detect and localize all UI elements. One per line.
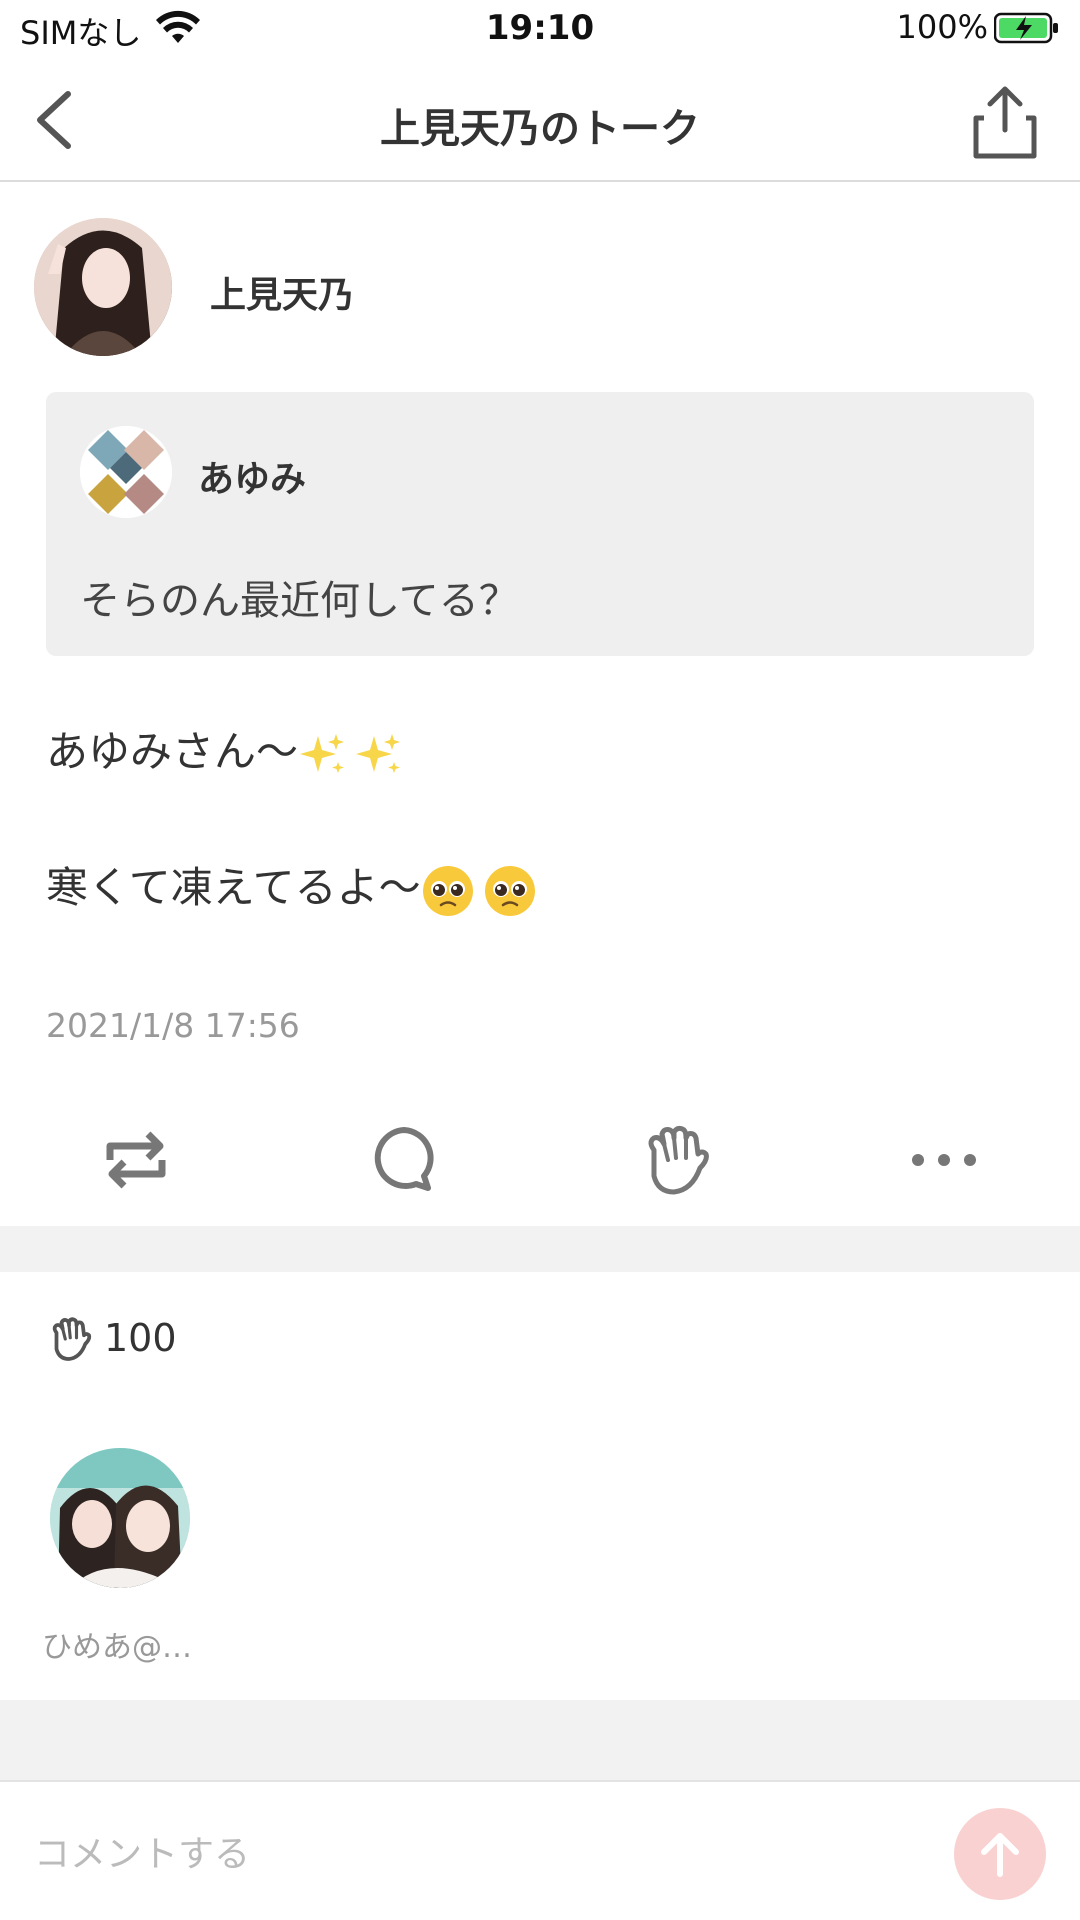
more-button[interactable] xyxy=(904,1120,984,1200)
author-avatar[interactable] xyxy=(34,218,172,356)
reactor-avatar[interactable] xyxy=(50,1448,190,1588)
section-divider xyxy=(0,1700,1080,1780)
comment-input[interactable] xyxy=(34,1824,894,1884)
arrow-up-icon xyxy=(981,1833,1019,1877)
repost-button[interactable] xyxy=(96,1120,176,1200)
quote-text: そらのん最近何してる？ xyxy=(80,578,519,624)
clap-icon xyxy=(52,1317,92,1361)
comment-button[interactable] xyxy=(364,1120,444,1200)
clap-icon xyxy=(648,1125,709,1195)
battery-percent: 100% xyxy=(896,8,988,46)
share-icon[interactable] xyxy=(970,84,1040,160)
clap-button[interactable] xyxy=(634,1120,714,1200)
reactor-name: ひめあ@… xyxy=(42,1630,192,1665)
status-bar: SIMなし 19:10 100% xyxy=(0,0,1080,60)
action-bar xyxy=(0,1100,1080,1220)
clap-count: 100 xyxy=(104,1316,177,1360)
pleading-face-icon xyxy=(422,865,473,916)
comment-bar xyxy=(0,1780,1080,1920)
nav-bar: 上見天乃のトーク xyxy=(0,60,1080,182)
sparkles-icon xyxy=(300,733,345,773)
more-icon xyxy=(912,1154,976,1166)
page-title: 上見天乃のトーク xyxy=(380,106,700,152)
message-text: あゆみさん〜 xyxy=(46,727,299,776)
message-line: 寒くて凍えてるよ〜 xyxy=(46,854,537,918)
send-button[interactable] xyxy=(954,1808,1046,1900)
repost-icon xyxy=(106,1131,166,1189)
message-text: 寒くて凍えてるよ〜 xyxy=(46,863,421,912)
sparkles-icon xyxy=(356,733,401,773)
quote-author-name: あゆみ xyxy=(198,459,307,500)
quoted-message[interactable]: あゆみ そらのん最近何してる？ xyxy=(46,392,1034,656)
section-divider xyxy=(0,1226,1080,1272)
pleading-face-icon xyxy=(484,865,535,916)
quote-avatar[interactable] xyxy=(80,426,172,518)
message-line: あゆみさん〜 xyxy=(46,718,404,780)
author-name[interactable]: 上見天乃 xyxy=(210,266,354,318)
post-timestamp: 2021/1/8 17:56 xyxy=(46,1006,300,1045)
comment-icon xyxy=(374,1127,434,1191)
battery-charging-icon xyxy=(994,12,1058,44)
